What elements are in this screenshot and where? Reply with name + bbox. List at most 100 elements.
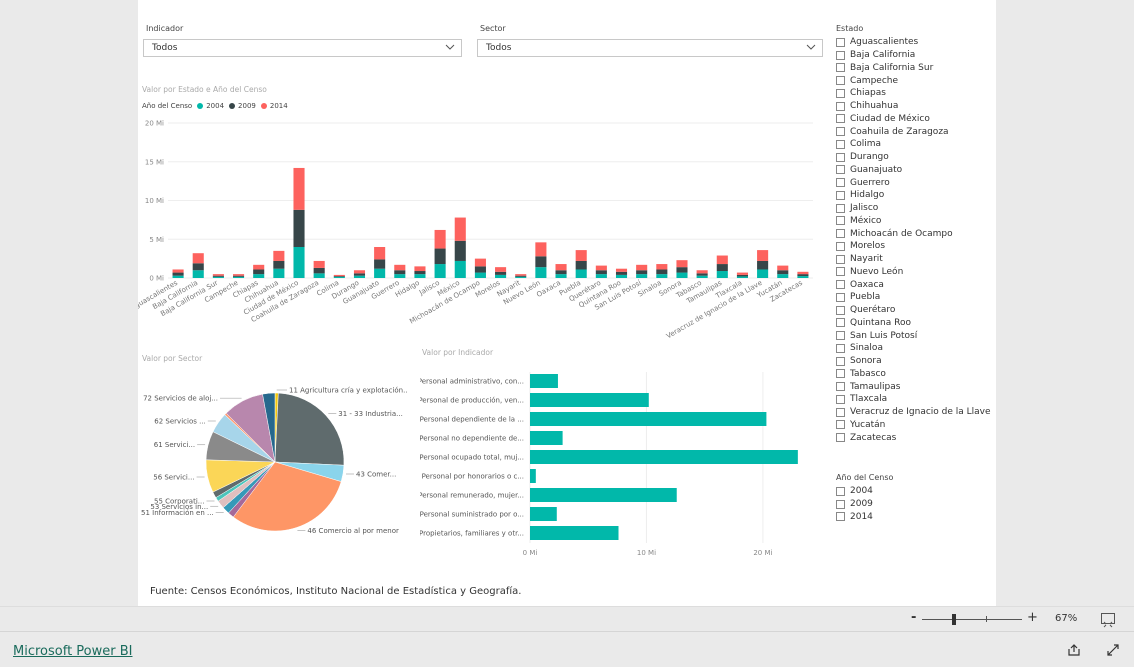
estado-item-label: Guanajuato: [850, 164, 903, 175]
estado-item[interactable]: Morelos: [836, 240, 996, 253]
estado-item[interactable]: Zacatecas: [836, 431, 996, 444]
anio-slicer: Año del Censo 2004 2009 2014: [836, 473, 986, 523]
checkbox[interactable]: [836, 394, 845, 404]
checkbox[interactable]: [836, 101, 845, 111]
estado-item[interactable]: Tlaxcala: [836, 393, 996, 406]
checkbox[interactable]: [836, 152, 845, 162]
checkbox[interactable]: [836, 190, 845, 200]
power-bi-link[interactable]: Microsoft Power BI: [13, 644, 132, 659]
bar-segment-2004: [575, 269, 587, 278]
anio-item[interactable]: 2014: [836, 511, 986, 524]
estado-item[interactable]: Coahuila de Zaragoza: [836, 125, 996, 138]
estado-item[interactable]: Yucatán: [836, 419, 996, 432]
checkbox[interactable]: [836, 499, 845, 509]
estado-item[interactable]: Aguascalientes: [836, 36, 996, 49]
checkbox[interactable]: [836, 420, 845, 430]
checkbox[interactable]: [836, 318, 845, 328]
estado-item-label: Sinaloa: [850, 343, 883, 354]
estado-item[interactable]: Campeche: [836, 74, 996, 87]
estado-item[interactable]: Baja California Sur: [836, 62, 996, 75]
checkbox[interactable]: [836, 305, 845, 315]
estado-item[interactable]: Nayarit: [836, 253, 996, 266]
estado-item[interactable]: Puebla: [836, 291, 996, 304]
checkbox[interactable]: [836, 216, 845, 226]
checkbox[interactable]: [836, 292, 845, 302]
estado-item[interactable]: San Luis Potosí: [836, 329, 996, 342]
checkbox[interactable]: [836, 37, 845, 47]
estado-item-label: Tamaulipas: [850, 381, 901, 392]
fullscreen-icon[interactable]: [1106, 643, 1120, 657]
checkbox[interactable]: [836, 356, 845, 366]
legend-dot-2014: [260, 103, 267, 109]
zoom-in-button[interactable]: +: [1027, 610, 1038, 625]
checkbox[interactable]: [836, 63, 845, 73]
estado-item[interactable]: Nuevo León: [836, 266, 996, 279]
bar-segment-2014: [515, 274, 527, 276]
checkbox[interactable]: [836, 382, 845, 392]
estado-item[interactable]: Ciudad de México: [836, 113, 996, 126]
checkbox[interactable]: [836, 267, 845, 277]
estado-item[interactable]: Durango: [836, 151, 996, 164]
checkbox[interactable]: [836, 512, 845, 522]
estado-item[interactable]: Sinaloa: [836, 342, 996, 355]
sector-dropdown[interactable]: Todos: [477, 39, 823, 57]
checkbox[interactable]: [836, 50, 845, 60]
bar-segment-2009: [313, 267, 325, 274]
checkbox[interactable]: [836, 127, 845, 137]
checkbox[interactable]: [836, 178, 845, 188]
estado-item[interactable]: Hidalgo: [836, 189, 996, 202]
indicador-dropdown[interactable]: Todos: [143, 39, 462, 57]
checkbox[interactable]: [836, 343, 845, 353]
checkbox[interactable]: [836, 369, 845, 379]
bar-segment-2014: [696, 270, 708, 274]
estado-item[interactable]: Guerrero: [836, 176, 996, 189]
estado-item[interactable]: Veracruz de Ignacio de la Llave: [836, 406, 996, 419]
estado-item[interactable]: Quintana Roo: [836, 317, 996, 330]
checkbox[interactable]: [836, 229, 845, 239]
estado-item[interactable]: Sonora: [836, 355, 996, 368]
checkbox[interactable]: [836, 254, 845, 264]
bar-segment-2004: [313, 273, 325, 278]
estado-item[interactable]: Oaxaca: [836, 278, 996, 291]
bar-segment-2004: [374, 268, 386, 278]
checkbox[interactable]: [836, 203, 845, 213]
estado-item[interactable]: Chiapas: [836, 87, 996, 100]
share-icon[interactable]: [1067, 643, 1081, 657]
legend-title: Año del Censo: [142, 102, 193, 110]
estado-item[interactable]: Guanajuato: [836, 164, 996, 177]
bar-chart-legend: Año del Censo 2004 2009 2014: [142, 102, 290, 110]
bar-segment-2004: [656, 274, 668, 278]
checkbox[interactable]: [836, 76, 845, 86]
checkbox[interactable]: [836, 114, 845, 124]
checkbox[interactable]: [836, 88, 845, 98]
estado-item[interactable]: Baja California: [836, 49, 996, 62]
estado-item[interactable]: Querétaro: [836, 304, 996, 317]
legend-label-2014: 2014: [269, 102, 288, 110]
y-tick-label: Personal de producción, ven...: [420, 397, 524, 405]
estado-item-label: Sonora: [850, 356, 882, 367]
pie-label: 72 Servicios de aloj...: [143, 395, 218, 403]
anio-item[interactable]: 2009: [836, 498, 986, 511]
checkbox[interactable]: [836, 486, 845, 496]
x-tick-label: 20 Mi: [753, 549, 772, 557]
estado-item[interactable]: Tabasco: [836, 368, 996, 381]
checkbox[interactable]: [836, 241, 845, 251]
checkbox[interactable]: [836, 433, 845, 443]
estado-item[interactable]: México: [836, 215, 996, 228]
estado-item[interactable]: Chihuahua: [836, 100, 996, 113]
checkbox[interactable]: [836, 331, 845, 341]
checkbox[interactable]: [836, 139, 845, 149]
estado-item[interactable]: Michoacán de Ocampo: [836, 227, 996, 240]
checkbox[interactable]: [836, 407, 845, 417]
indicator-bar: [530, 412, 767, 426]
estado-item[interactable]: Colima: [836, 138, 996, 151]
fit-to-page-icon[interactable]: [1101, 613, 1115, 628]
zoom-out-button[interactable]: -: [911, 610, 916, 625]
estado-item[interactable]: Tamaulipas: [836, 380, 996, 393]
estado-item[interactable]: Jalisco: [836, 202, 996, 215]
checkbox[interactable]: [836, 280, 845, 290]
zoom-slider-track[interactable]: [922, 619, 1022, 620]
checkbox[interactable]: [836, 165, 845, 175]
zoom-slider-thumb[interactable]: [952, 614, 956, 625]
anio-item[interactable]: 2004: [836, 485, 986, 498]
